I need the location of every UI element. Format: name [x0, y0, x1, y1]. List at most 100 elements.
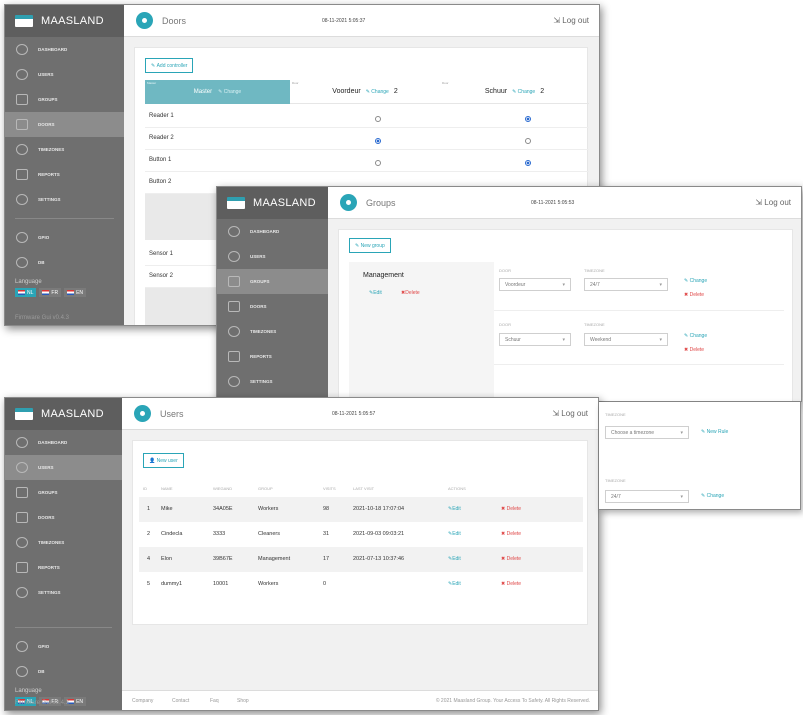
nav-users[interactable]: Users	[5, 62, 124, 87]
nav-settings[interactable]: Settings	[217, 369, 328, 394]
nav-dashboard[interactable]: Dashboard	[5, 37, 124, 62]
door-count: 2	[393, 88, 398, 95]
lang-label: NL	[27, 289, 34, 296]
lang-nl-button[interactable]: NL	[15, 288, 37, 297]
user-name: Mike	[161, 506, 173, 512]
clock: 08-11-2021 5:05:37	[322, 17, 366, 24]
user-name: Cindecla	[161, 531, 183, 537]
nav-users[interactable]: Users	[217, 244, 328, 269]
button-label: New group	[360, 242, 385, 249]
delete-user-link[interactable]: ✖ Delete	[501, 556, 521, 562]
nav-doors[interactable]: Doors	[5, 112, 124, 137]
door-radio[interactable]	[525, 116, 531, 122]
footer: Company Contact Faq Shop © 2021 Maasland…	[122, 690, 598, 710]
new-group-button[interactable]: ✎ New group	[349, 238, 391, 253]
user-icon	[16, 69, 28, 80]
nav-gpio[interactable]: GPIO	[5, 225, 124, 250]
link-label: New Rule	[706, 429, 729, 435]
page-title: Groups	[366, 197, 396, 208]
edit-user-link[interactable]: ✎Edit	[448, 506, 461, 512]
table-row: Reader 1	[145, 106, 589, 128]
database-icon	[16, 666, 28, 677]
nav-users[interactable]: Users	[5, 455, 122, 480]
change-voordeur-link[interactable]: ✎ Change	[366, 89, 389, 95]
change-rule-link[interactable]: ✎ Change	[684, 333, 707, 339]
new-user-button[interactable]: 👤 New user	[143, 453, 184, 468]
nav-settings[interactable]: Settings	[5, 187, 124, 212]
logout-link[interactable]: ⇲ Log out	[552, 409, 588, 418]
timezone-select[interactable]: 24/7	[584, 278, 668, 291]
door-radio[interactable]	[525, 160, 531, 166]
lang-en-button[interactable]: EN	[64, 288, 87, 297]
logo-icon	[227, 197, 245, 209]
logout-link[interactable]: ⇲ Log out	[755, 198, 791, 207]
change-rule-link[interactable]: ✎ Change	[684, 278, 707, 284]
door-radio[interactable]	[375, 160, 381, 166]
nav-dashboard[interactable]: Dashboard	[217, 219, 328, 244]
add-controller-button[interactable]: ✎ Add controller	[145, 58, 194, 73]
link-label: Change	[689, 333, 708, 339]
copyright: © 2021 Maasland Group. Your Access To Sa…	[435, 698, 590, 704]
door-select[interactable]: Voordeur	[499, 278, 571, 291]
timezone-select[interactable]: Choose a timezone	[605, 426, 689, 439]
nav-doors[interactable]: Doors	[217, 294, 328, 319]
change-schuur-link[interactable]: ✎ Change	[512, 89, 535, 95]
nav-settings[interactable]: Settings	[5, 580, 122, 605]
nav-doors[interactable]: Doors	[5, 505, 122, 530]
lang-fr-button[interactable]: FR	[39, 288, 62, 297]
timezone-select[interactable]: 24/7	[605, 490, 689, 503]
groups-icon	[16, 94, 28, 105]
nav-groups[interactable]: Groups	[5, 87, 124, 112]
door-radio[interactable]	[375, 116, 381, 122]
page-title: Doors	[162, 15, 187, 26]
edit-group-link[interactable]: ✎Edit	[369, 290, 382, 296]
master-change-link[interactable]: ✎ Change	[218, 89, 241, 95]
timezone-label: Timezone	[584, 322, 605, 327]
door-label: Door	[499, 268, 511, 273]
delete-rule-link[interactable]: ✖ Delete	[684, 347, 704, 353]
delete-group-link[interactable]: ✖Delete	[401, 290, 420, 296]
door-select[interactable]: Schuur	[499, 333, 571, 346]
edit-user-link[interactable]: ✎Edit	[448, 581, 461, 587]
nav-timezones[interactable]: Timezones	[5, 530, 122, 555]
logout-link[interactable]: ⇲ Log out	[553, 16, 589, 25]
footer-link-contact[interactable]: Contact	[172, 698, 189, 704]
delete-rule-link[interactable]: ✖ Delete	[684, 292, 704, 298]
column-header: ID	[143, 486, 147, 491]
column-header: Last visit	[353, 486, 375, 491]
nav-db[interactable]: DB	[5, 659, 122, 684]
nav-groups[interactable]: Groups	[217, 269, 328, 294]
nav-db[interactable]: DB	[5, 250, 124, 275]
nav-reports[interactable]: Reports	[5, 555, 122, 580]
table-row: Button 1	[145, 150, 589, 172]
change-rule-link[interactable]: ✎ Change	[701, 493, 724, 499]
nav-dashboard[interactable]: Dashboard	[5, 430, 122, 455]
nav-timezones[interactable]: Timezones	[5, 137, 124, 162]
delete-user-link[interactable]: ✖ Delete	[501, 506, 521, 512]
nav-reports[interactable]: Reports	[5, 162, 124, 187]
nav-timezones[interactable]: Timezones	[217, 319, 328, 344]
door-radio[interactable]	[375, 138, 381, 144]
language-switcher: NL FR EN	[5, 288, 124, 297]
edit-user-link[interactable]: ✎Edit	[448, 556, 461, 562]
nav-reports[interactable]: Reports	[217, 344, 328, 369]
nav-gpio[interactable]: GPIO	[5, 634, 122, 659]
groups-window: MAASLAND Dashboard Users Groups Doors Ti…	[216, 186, 802, 402]
select-value: Schuur	[505, 336, 521, 343]
timezone-label: Timezone	[605, 478, 626, 483]
edit-user-link[interactable]: ✎Edit	[448, 531, 461, 537]
footer-link-faq[interactable]: Faq	[210, 698, 219, 704]
door-radio[interactable]	[525, 138, 531, 144]
nav-label: Timezones	[250, 329, 277, 334]
footer-link-shop[interactable]: Shop	[237, 698, 249, 704]
delete-user-link[interactable]: ✖ Delete	[501, 531, 521, 537]
delete-user-link[interactable]: ✖ Delete	[501, 581, 521, 587]
nav-label: Reports	[250, 354, 272, 359]
timezone-select[interactable]: Weekend	[584, 333, 668, 346]
nav-groups[interactable]: Groups	[5, 480, 122, 505]
user-group: Management	[258, 556, 291, 562]
new-rule-link[interactable]: ✎ New Rule	[701, 429, 728, 435]
user-wiegand: 10001	[213, 581, 229, 587]
logout-label: Log out	[561, 409, 588, 418]
footer-link-company[interactable]: Company	[132, 698, 153, 704]
